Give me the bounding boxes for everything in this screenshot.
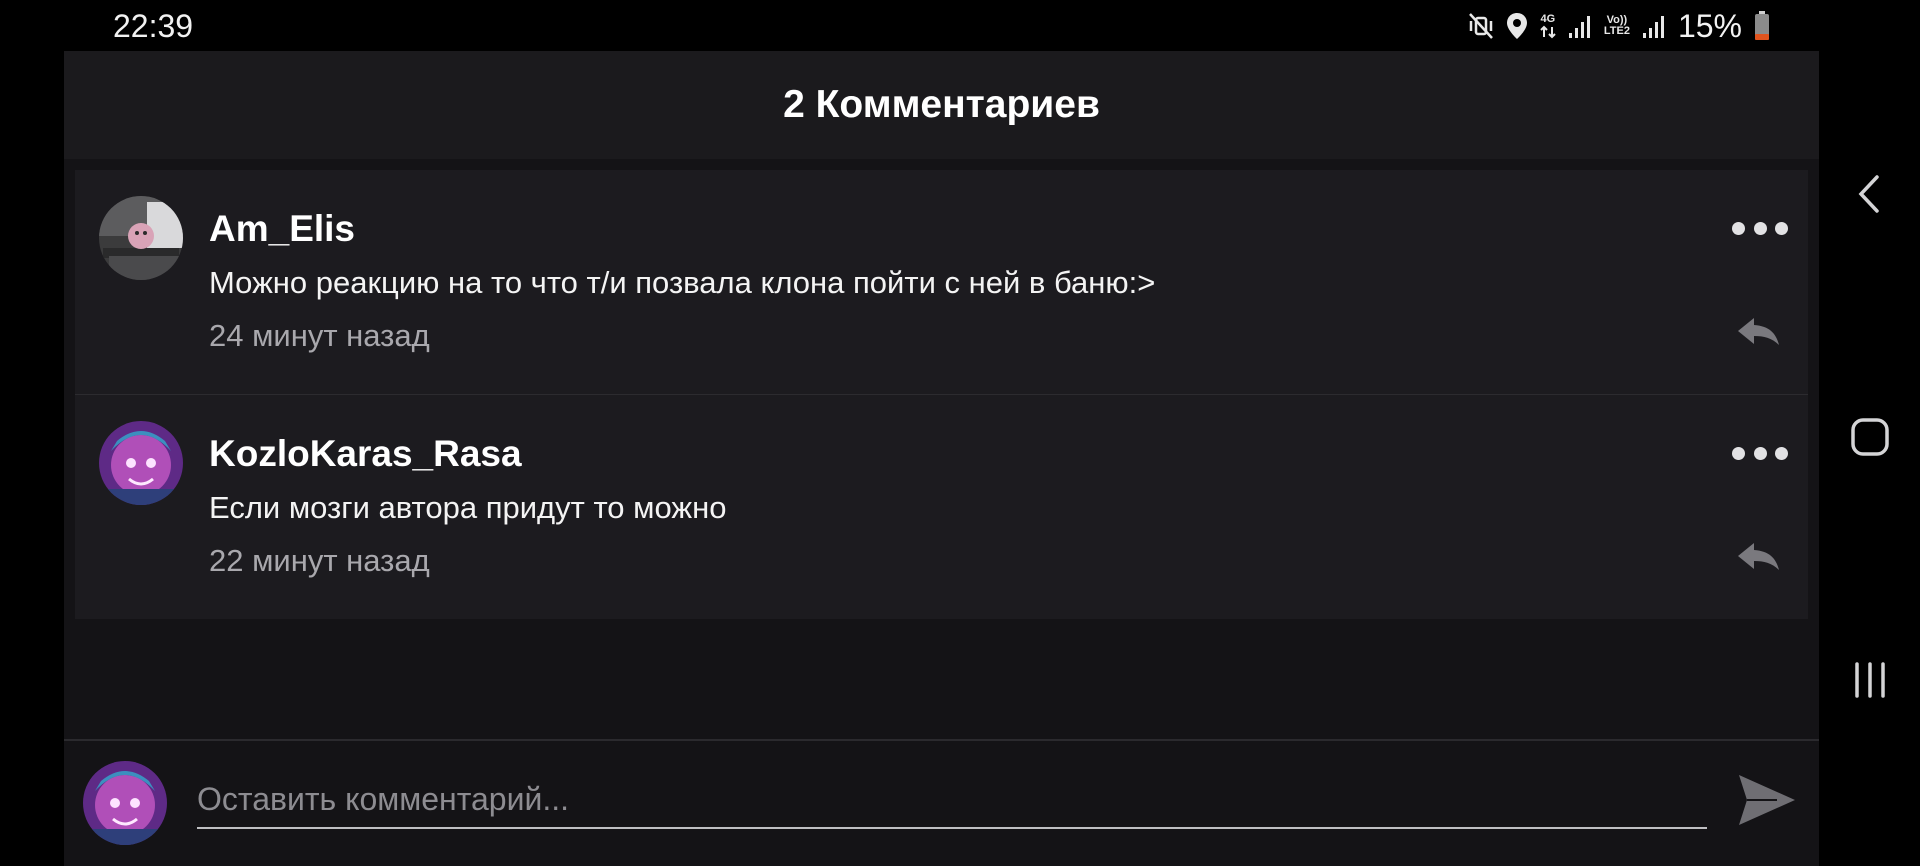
battery-percent: 15% [1677,7,1742,44]
4g-data-icon: 4G [1540,12,1556,39]
signal-icon [1568,13,1592,39]
home-button[interactable] [1844,411,1896,463]
status-bar: 22:39 4G Vo)) LTE2 15% [0,0,1920,50]
status-time: 22:39 [113,8,194,44]
home-icon [1851,418,1889,456]
reply-icon [1738,318,1779,345]
dot-icon [1753,221,1767,235]
avatar[interactable] [99,421,183,505]
comments-sheet: 2 Комментариев Am_Elis Можно реакцию на … [64,51,1819,866]
comment-input[interactable] [197,771,1707,829]
signal-icon [1642,13,1666,39]
volte-icon: Vo)) LTE2 [1604,15,1630,37]
comments-list: Am_Elis Можно реакцию на то что т/и позв… [75,170,1808,619]
location-icon [1506,12,1528,40]
reply-button[interactable] [1736,539,1782,575]
more-options-button[interactable] [1732,441,1788,465]
back-icon [1858,175,1879,213]
send-icon [1739,775,1795,825]
more-options-button[interactable] [1732,216,1788,240]
comment-time: 24 минут назад [209,318,430,353]
comment-item: Am_Elis Можно реакцию на то что т/и позв… [75,170,1808,394]
comment-composer [64,739,1819,866]
network-type-label: 4G [1540,12,1556,25]
volte-bottom-label: LTE2 [1603,25,1630,37]
user-avatar[interactable] [83,761,167,845]
battery-low-icon [1754,11,1770,41]
comments-header: 2 Комментариев [64,51,1819,159]
dot-icon [1732,446,1745,460]
comment-text: Если мозги автора придут то можно [209,490,727,525]
comments-title: 2 Комментариев [783,83,1100,126]
status-icons: 4G Vo)) LTE2 15% [1468,8,1770,44]
reply-button[interactable] [1736,314,1782,350]
recents-icon [1855,662,1885,698]
mute-vibrate-icon [1468,12,1494,40]
back-button[interactable] [1844,168,1896,220]
dot-icon [1775,221,1788,235]
comment-author[interactable]: KozloKaras_Rasa [209,433,522,475]
comment-text: Можно реакцию на то что т/и позвала клон… [209,265,1156,300]
dot-icon [1753,446,1767,460]
reply-icon [1738,543,1779,570]
dot-icon [1732,221,1745,235]
avatar[interactable] [99,196,183,280]
recents-button[interactable] [1844,654,1896,706]
send-button[interactable] [1737,771,1797,829]
dot-icon [1775,446,1788,460]
comment-author[interactable]: Am_Elis [209,208,355,250]
comment-item: KozloKaras_Rasa Если мозги автора придут… [75,394,1808,619]
comment-time: 22 минут назад [209,543,430,578]
